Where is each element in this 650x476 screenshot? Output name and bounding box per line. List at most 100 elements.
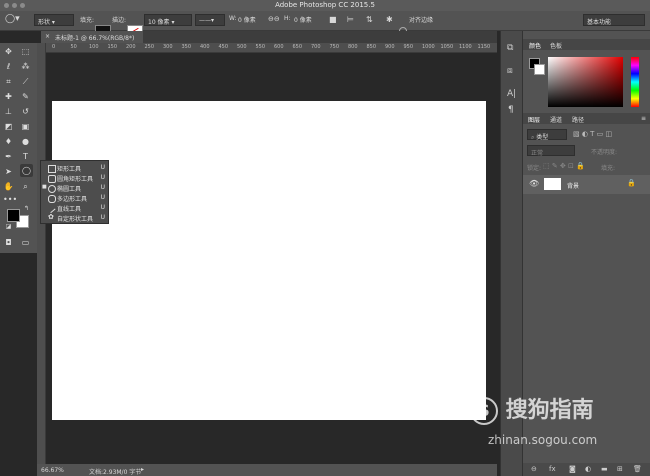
healing-brush-tool-icon[interactable]: ✚ xyxy=(3,91,14,102)
ellipse-tool-preset-icon[interactable]: ◯▾ xyxy=(5,14,20,24)
layer-name: 背景 xyxy=(567,183,580,190)
ruler-tick-label: 200 xyxy=(126,44,136,50)
layer-filter-select[interactable]: ⌕ 类型 xyxy=(527,129,567,141)
ellipse-tool-icon[interactable]: ◯ xyxy=(20,164,33,177)
tab-channels[interactable]: 通道 xyxy=(550,115,562,124)
type-tool-icon[interactable]: T xyxy=(20,151,31,162)
status-bar: 66.67% 文档:2.93M/0 字节 ▸ xyxy=(37,464,497,476)
flyout-item-rounded-rectangle[interactable]: 圆角矩形工具 U xyxy=(41,173,108,183)
tool-mode-select[interactable]: 形状 ▾ xyxy=(34,14,74,26)
document-tab[interactable]: × 未标题-1 @ 66.7%(RGB/8*) xyxy=(41,31,143,43)
history-brush-tool-icon[interactable]: ↺ xyxy=(20,106,31,117)
layer-row-background[interactable]: 👁 背景 🔒 xyxy=(523,175,650,194)
path-operations-icon[interactable]: ■ xyxy=(329,15,337,24)
edit-toolbar-icon[interactable]: ••• xyxy=(3,194,17,205)
adjustment-layer-icon[interactable]: ◐ xyxy=(585,465,591,473)
new-layer-icon[interactable]: ⊞ xyxy=(617,465,623,473)
panel-background-swatch[interactable] xyxy=(534,64,545,75)
magic-wand-tool-icon[interactable]: ⁂ xyxy=(20,61,31,72)
opacity-label: 不透明度: xyxy=(591,149,618,156)
lasso-tool-icon[interactable]: ℓ xyxy=(3,61,14,72)
workspace-select[interactable]: 基本功能 xyxy=(583,14,645,26)
flyout-item-line[interactable]: 直线工具 U xyxy=(41,203,108,214)
trash-icon[interactable]: 🗑 xyxy=(633,465,642,473)
rounded-rectangle-icon xyxy=(48,175,56,183)
clone-stamp-tool-icon[interactable]: ⊥ xyxy=(3,106,14,117)
flyout-item-label: 多边形工具 xyxy=(57,196,88,203)
gradient-tool-icon[interactable]: ▣ xyxy=(20,121,31,132)
width-value[interactable]: 0 像素 xyxy=(238,15,256,24)
tab-layers[interactable]: 图层 xyxy=(528,115,540,124)
default-colors-icon[interactable]: ◪ xyxy=(3,221,14,232)
character-panel-icon[interactable]: A| xyxy=(507,89,516,99)
ruler-tick-label: 300 xyxy=(163,44,173,50)
path-selection-tool-icon[interactable]: ➤ xyxy=(3,166,14,177)
color-picker-field[interactable] xyxy=(548,57,623,107)
panel-menu-icon[interactable]: ≡ xyxy=(641,115,646,122)
ruler-tick-label: 250 xyxy=(144,44,155,50)
ruler-tick-label: 550 xyxy=(255,44,266,50)
flyout-item-shortcut: U xyxy=(100,194,105,201)
blend-mode-select[interactable]: 正常 xyxy=(527,145,575,157)
blur-tool-icon[interactable]: ♦ xyxy=(3,136,14,147)
flyout-item-label: 直线工具 xyxy=(57,206,82,213)
shape-tools-flyout: 矩形工具 U 圆角矩形工具 U ■ 椭圆工具 U 多边形工具 U 直线工具 U … xyxy=(40,160,109,224)
fx-icon[interactable]: fx xyxy=(549,465,556,473)
watermark-brand: 搜狗指南 xyxy=(505,398,594,423)
ruler-tick-label: 650 xyxy=(292,44,303,50)
brush-tool-icon[interactable]: ✎ xyxy=(20,91,31,102)
swap-colors-icon[interactable]: ↰ xyxy=(21,203,32,214)
crop-tool-icon[interactable]: ⌗ xyxy=(3,76,14,87)
eraser-tool-icon[interactable]: ◩ xyxy=(3,121,14,132)
layers-panel-tabs xyxy=(523,113,650,124)
link-layers-icon[interactable]: ⊖ xyxy=(531,465,537,473)
height-value[interactable]: 0 像素 xyxy=(294,15,312,24)
move-tool-icon[interactable]: ✥ xyxy=(3,46,14,57)
flyout-item-polygon[interactable]: 多边形工具 U xyxy=(41,193,108,203)
eyedropper-tool-icon[interactable]: ⟋ xyxy=(20,76,31,87)
visibility-eye-icon[interactable]: 👁 xyxy=(529,179,539,188)
quick-mask-icon[interactable]: ◘ xyxy=(3,237,14,248)
properties-panel-icon[interactable]: ⧈ xyxy=(507,66,513,76)
stroke-width-select[interactable]: 10 像素 ▾ xyxy=(144,14,192,26)
zoom-level[interactable]: 66.67% xyxy=(41,467,64,474)
close-tab-icon[interactable]: × xyxy=(45,33,50,40)
link-icon[interactable]: ⊖⊖ xyxy=(268,15,280,23)
ellipse-icon xyxy=(48,185,56,193)
flyout-item-custom-shape[interactable]: ✿ 自定形状工具 U xyxy=(41,213,108,223)
tab-color[interactable]: 颜色 xyxy=(529,41,541,50)
path-arrangement-icon[interactable]: ⇅ xyxy=(366,15,373,24)
zoom-tool-icon[interactable]: ⌕ xyxy=(20,181,31,192)
path-alignment-icon[interactable]: ⊨ xyxy=(347,15,354,24)
flyout-item-rectangle[interactable]: 矩形工具 U xyxy=(41,163,108,173)
lock-icons[interactable]: ⬚ ✎ ✥ ⊡ 🔒 xyxy=(543,162,585,170)
watermark-url: zhinan.sogou.com xyxy=(488,433,598,447)
history-panel-icon[interactable]: ⧉ xyxy=(507,43,513,53)
chevron-right-icon[interactable]: ▸ xyxy=(141,466,144,473)
dodge-tool-icon[interactable]: ● xyxy=(20,136,31,147)
sogou-s-icon: S xyxy=(470,397,498,425)
marquee-tool-icon[interactable]: ⬚ xyxy=(20,46,31,57)
screen-mode-icon[interactable]: ▭ xyxy=(20,237,31,248)
add-mask-icon[interactable]: ◙ xyxy=(569,465,576,473)
flyout-item-ellipse[interactable]: ■ 椭圆工具 U xyxy=(41,183,108,193)
tool-mode-value: 形状 xyxy=(38,19,51,26)
flyout-item-shortcut: U xyxy=(100,184,105,191)
pen-tool-icon[interactable]: ✒ xyxy=(3,151,14,162)
hue-slider[interactable] xyxy=(631,57,639,107)
flyout-item-shortcut: U xyxy=(100,214,105,221)
ruler-tick-label: 150 xyxy=(107,44,118,50)
hand-tool-icon[interactable]: ✋ xyxy=(3,181,14,192)
tab-swatches[interactable]: 色板 xyxy=(550,41,562,50)
lock-icon: 🔒 xyxy=(627,179,636,187)
new-group-icon[interactable]: ▬ xyxy=(601,465,608,473)
paragraph-panel-icon[interactable]: ¶ xyxy=(508,105,514,115)
ruler-tick-label: 1050 xyxy=(440,44,454,50)
document-canvas[interactable] xyxy=(52,101,486,420)
stroke-type-select[interactable]: ——▾ xyxy=(195,14,225,26)
tab-paths[interactable]: 路径 xyxy=(572,115,584,124)
layer-filter-icons[interactable]: ▧ ◐ T ▭ ◫ xyxy=(573,130,612,138)
gear-icon[interactable]: ✱ xyxy=(386,15,393,24)
ruler-tick-label: 100 xyxy=(89,44,99,50)
document-tab-label: 未标题-1 @ 66.7%(RGB/8*) xyxy=(55,35,135,42)
